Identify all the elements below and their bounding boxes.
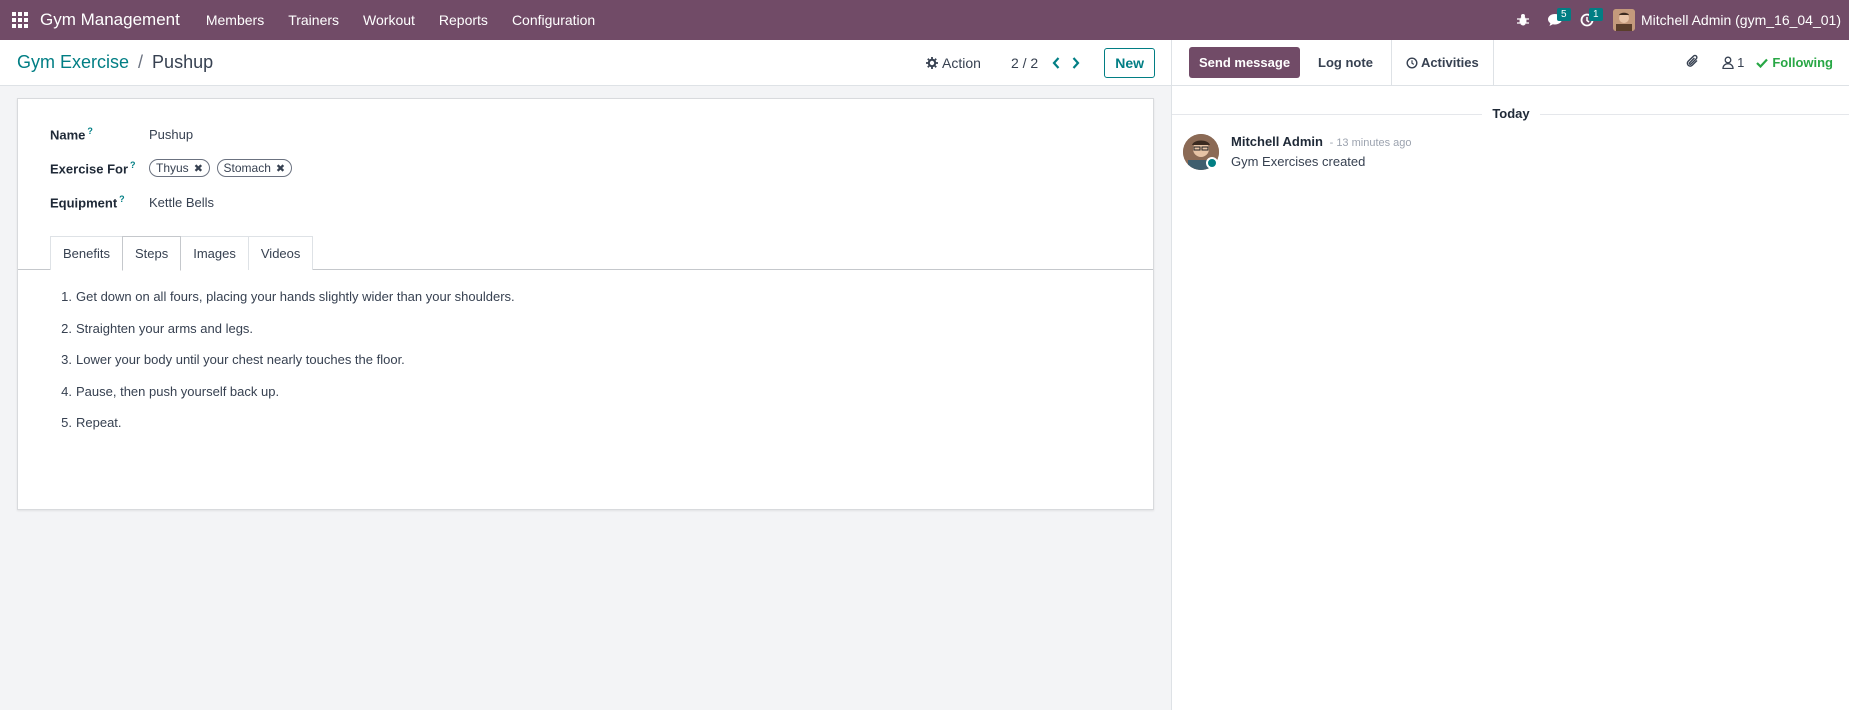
apps-menu-icon[interactable] [0, 0, 40, 40]
name-label: Name? [50, 126, 93, 143]
pager-previous-button[interactable] [1046, 48, 1066, 78]
message-author[interactable]: Mitchell Admin [1231, 134, 1323, 149]
remove-tag-icon[interactable]: ✖ [276, 162, 285, 175]
chatter-topbar: Send message Log note Activities 1 Follo… [1172, 39, 1849, 86]
breadcrumb: Gym Exercise / Pushup [0, 52, 213, 73]
name-field-row: Name? Pushup [50, 126, 193, 142]
list-item: 4. Pause, then push yourself back up. [61, 383, 280, 399]
log-note-button[interactable]: Log note [1300, 39, 1392, 86]
tab-steps[interactable]: Steps [121, 236, 182, 271]
chevron-left-icon [1052, 56, 1060, 69]
action-label: Action [942, 54, 981, 71]
user-avatar [1613, 9, 1635, 31]
chatter-message: Mitchell Admin - 13 minutes ago Gym Exer… [1183, 134, 1412, 170]
user-menu[interactable]: Mitchell Admin (gym_16_04_01) [1613, 9, 1841, 31]
control-panel: Gym Exercise / Pushup Action 2 / 2 New [0, 40, 1171, 86]
name-field[interactable]: Pushup [149, 127, 193, 142]
list-item: 1. Get down on all fours, placing your ha… [61, 289, 515, 304]
clock-icon [1406, 56, 1418, 69]
following-label: Following [1772, 55, 1833, 70]
steps-list[interactable]: 1. Get down on all fours, placing your ha… [54, 289, 515, 447]
online-status-icon [1206, 157, 1218, 169]
messages-icon[interactable]: 5 [1539, 0, 1571, 40]
activities-label: Activities [1420, 55, 1479, 70]
menu-reports[interactable]: Reports [427, 12, 500, 28]
pager-next-button[interactable] [1066, 48, 1086, 78]
tab-videos[interactable]: Videos [247, 236, 314, 270]
bug-icon[interactable] [1507, 0, 1539, 40]
remove-tag-icon[interactable]: ✖ [194, 162, 203, 175]
list-item: 2. Straighten your arms and legs. [61, 320, 254, 336]
form-sheet: Name? Pushup Exercise For? Thyus ✖ Stomac… [17, 98, 1154, 510]
exercise-for-label: Exercise For? [50, 159, 136, 177]
menu-trainers[interactable]: Trainers [276, 12, 351, 28]
attachment-paperclip-icon[interactable] [1686, 53, 1700, 72]
help-mark[interactable]: ? [87, 126, 93, 136]
breadcrumb-parent[interactable]: Gym Exercise [17, 52, 129, 73]
equipment-field[interactable]: Kettle Bells [149, 195, 214, 210]
gear-icon [926, 56, 939, 69]
user-name: Mitchell Admin (gym_16_04_01) [1641, 12, 1841, 28]
app-brand[interactable]: Gym Management [40, 10, 180, 30]
activities-clock-icon[interactable]: 1 [1571, 0, 1603, 40]
equipment-field-row: Equipment? Kettle Bells [50, 194, 214, 210]
action-button[interactable]: Action [926, 55, 981, 71]
menu-configuration[interactable]: Configuration [500, 12, 607, 28]
following-button[interactable]: Following [1756, 55, 1833, 70]
send-message-button[interactable]: Send message [1189, 47, 1301, 78]
top-navbar: Gym Management Members Trainers Workout … [0, 0, 1849, 40]
breadcrumb-separator: / [138, 52, 144, 72]
help-mark[interactable]: ? [130, 160, 136, 170]
list-item: 3. Lower your body until your chest nearl… [61, 352, 405, 367]
exercise-for-field-row: Exercise For? Thyus ✖ Stomach ✖ [50, 159, 295, 177]
tag-thyus: Thyus ✖ [149, 159, 210, 177]
pager-value[interactable]: 2 / 2 [1011, 55, 1038, 71]
new-button[interactable]: New [1104, 47, 1155, 78]
menu-workout[interactable]: Workout [351, 12, 427, 28]
tab-images[interactable]: Images [180, 236, 249, 270]
activities-badge: 1 [1589, 8, 1603, 21]
followers-button[interactable]: 1 [1722, 55, 1744, 70]
menu-members[interactable]: Members [194, 12, 276, 28]
chatter-panel: Send message Log note Activities 1 Follo… [1171, 39, 1849, 710]
tab-benefits[interactable]: Benefits [50, 236, 123, 270]
followers-count: 1 [1737, 55, 1745, 70]
tag-stomach: Stomach ✖ [216, 159, 293, 177]
help-mark[interactable]: ? [119, 194, 125, 204]
message-body: Gym Exercises created [1231, 154, 1366, 169]
equipment-label: Equipment? [50, 194, 125, 211]
user-icon [1722, 56, 1734, 69]
messages-badge: 5 [1557, 8, 1571, 21]
exercise-for-tags[interactable]: Thyus ✖ Stomach ✖ [149, 159, 295, 177]
activities-button[interactable]: Activities [1392, 39, 1494, 86]
date-separator: Today [1172, 106, 1849, 121]
chevron-right-icon [1072, 56, 1080, 69]
list-item: 5. Repeat. [61, 415, 122, 430]
breadcrumb-current: Pushup [152, 52, 214, 72]
message-time: - 13 minutes ago [1329, 137, 1412, 149]
check-icon [1756, 58, 1769, 68]
notebook-tabs: Benefits Steps Images Videos [50, 236, 314, 271]
